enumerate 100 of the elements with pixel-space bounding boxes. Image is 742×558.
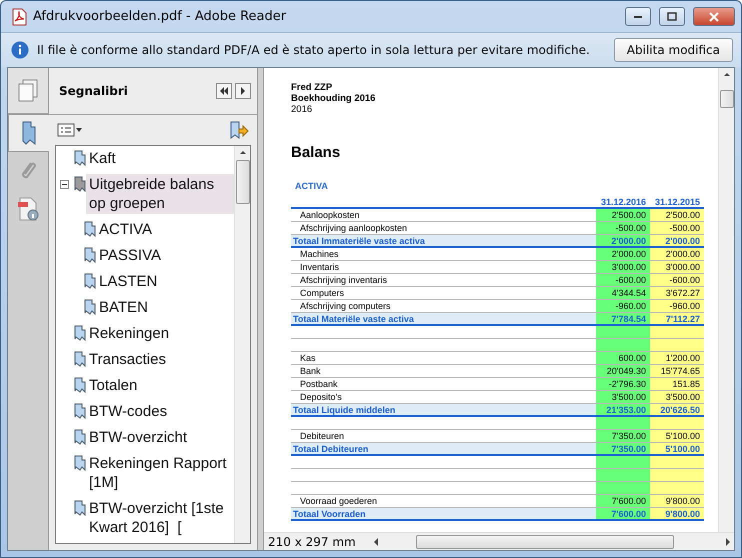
column-header: 31.12.2015 [654,197,701,207]
bookmark-icon [84,247,96,263]
amount-cell: -600.00 [596,274,650,286]
document-title: Balans [291,144,342,161]
bookmark-action-button[interactable] [229,121,249,139]
amount-cell: 3'000.00 [596,261,650,273]
amount-cell: 20'049.30 [596,365,650,377]
bookmark-icon [74,500,86,516]
bookmark-item[interactable]: Totalen [86,375,140,396]
bookmark-item[interactable]: Kaft [86,148,119,169]
bookmark-arrow-icon [229,121,249,139]
amount-cell: -600.00 [650,274,704,286]
bookmark-item[interactable]: PASSIVA [96,245,164,266]
panel-splitter[interactable] [257,68,264,550]
amount-cell: 7'350.00 [596,443,650,454]
amount-cell: 7'112.27 [650,313,704,324]
account-label: Deposito's [299,391,343,403]
bookmark-icon [84,299,96,315]
info-icon [11,41,29,59]
collapse-toggle[interactable] [60,180,69,189]
document-header-line: 2016 [291,104,314,115]
account-label: Kas [299,352,317,364]
list-options-icon [57,123,83,137]
total-label: Totaal Voorraden [291,508,596,519]
panel-title: Segnalibri [59,84,129,98]
bookmark-item[interactable]: LASTEN [96,271,160,292]
minimize-button[interactable] [625,7,651,26]
account-label: Machines [299,248,340,260]
close-icon [709,12,719,22]
amount-cell: 7'600.00 [596,495,650,507]
pdf-file-icon [11,8,27,26]
document-header-line: Fred ZZP [291,82,334,93]
amount-cell: 5'100.00 [650,430,704,442]
amount-cell: 7'350.00 [596,430,650,442]
amount-cell: 20'626.50 [650,404,704,415]
bookmark-item[interactable]: BTW-overzicht [1ste Kwart 2016] [ [86,498,234,538]
collapse-panel-button[interactable] [216,83,232,99]
scrollbar[interactable] [234,146,250,543]
maximize-button[interactable] [659,7,685,26]
bookmark-item[interactable]: Rekeningen Rapport [1M] [86,453,234,493]
scroll-right-icon [726,538,730,546]
account-label: Voorraad goederen [299,495,378,507]
bookmark-item[interactable]: Uitgebreide balans op groepen [86,174,234,214]
amount-cell: 2'000.00 [650,248,704,260]
scrollbar-thumb[interactable] [236,160,250,204]
amount-cell: 3'672.27 [650,287,704,299]
options-menu-button[interactable] [57,123,83,137]
page-size: 210 x 297 mm [267,534,357,548]
account-label: Afschrijving inventaris [299,274,388,286]
account-label: Afschrijving computers [299,300,392,312]
amount-cell: 1'200.00 [650,352,704,364]
bookmark-icon [74,377,86,393]
bookmark-item[interactable]: BTW-overzicht [86,427,190,448]
scrollbar-thumb[interactable] [416,534,674,548]
total-label: Totaal Debiteuren [291,443,596,454]
account-label: Afschrijving aanloopkosten [299,222,408,234]
amount-cell: -2'796.30 [596,378,650,390]
account-label: Bank [299,365,322,377]
amount-cell: 3'000.00 [650,261,704,273]
amount-cell: 151.85 [650,378,704,390]
amount-cell: 21'353.00 [596,404,650,415]
document-scrollbar[interactable] [718,68,734,532]
minus-icon [61,181,68,188]
bookmark-icon [74,455,86,471]
amount-cell: 9'800.00 [650,495,704,507]
amount-cell: 7'784.54 [596,313,650,324]
double-left-arrow-icon [220,87,228,95]
navigation-tab[interactable] [8,68,48,114]
amount-cell: -500.00 [596,222,650,234]
amount-cell: 2'000.00 [650,235,704,246]
account-label: Inventaris [299,261,340,273]
expand-panel-button[interactable] [235,83,251,99]
pages-icon [17,78,39,102]
right-arrow-icon [241,87,245,95]
total-label: Totaal Immateriële vaste activa [291,235,596,246]
bookmark-icon [84,273,96,289]
amount-cell: 600.00 [596,352,650,364]
bookmark-item[interactable]: BTW-codes [86,401,170,422]
column-header: 31.12.2016 [600,197,647,207]
close-button[interactable] [693,7,735,26]
account-label: Postbank [299,378,339,390]
bookmark-item[interactable]: BATEN [96,297,151,318]
amount-cell: 2'000.00 [596,235,650,246]
scroll-left-icon [374,538,378,546]
document-header-line: Boekhouding 2016 [291,93,376,104]
bookmark-item[interactable]: Rekeningen [86,323,172,344]
bookmark-icon [84,221,96,237]
bookmark-icon [74,403,86,419]
navigation-tab[interactable] [8,114,49,152]
total-label: Totaal Liquide middelen [291,404,596,415]
scrollbar-thumb[interactable] [720,90,734,108]
section-heading: ACTIVA [295,181,329,191]
bookmark-item[interactable]: ACTIVA [96,219,156,240]
scroll-up-icon [238,150,246,155]
amount-cell: -960.00 [596,300,650,312]
minimize-icon [634,16,642,18]
amount-cell: -960.00 [650,300,704,312]
enable-editing-button[interactable]: Abilita modifica [614,38,733,62]
maximize-icon [667,12,677,21]
bookmark-item[interactable]: Transacties [86,349,169,370]
